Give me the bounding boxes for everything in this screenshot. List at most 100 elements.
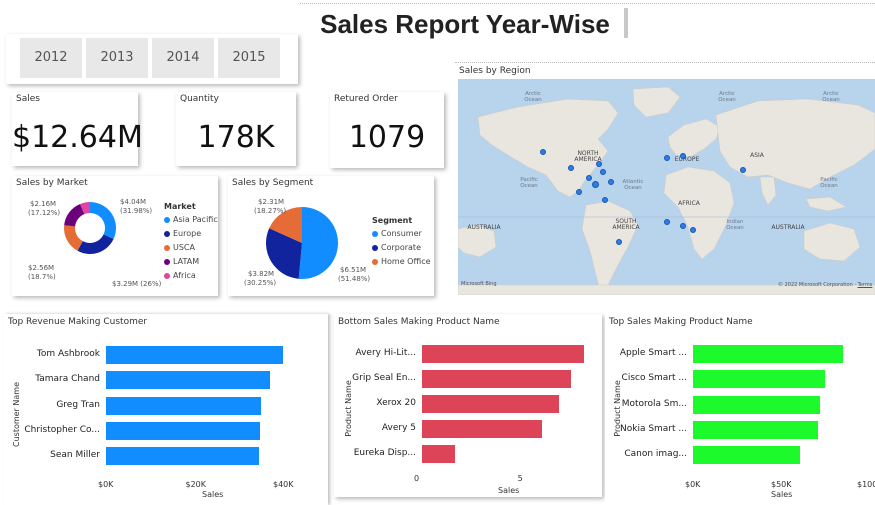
map-point[interactable] xyxy=(576,189,582,195)
usca-pct-label: (18.7%) xyxy=(28,273,56,281)
sales-kpi-value: $12.64M xyxy=(12,120,143,155)
map-point[interactable] xyxy=(664,155,670,161)
slice-latam[interactable] xyxy=(64,203,85,227)
segment-legend-title: Segment xyxy=(372,216,413,225)
bottom-product-x-axis-title: Sales xyxy=(498,486,520,495)
map-point[interactable] xyxy=(568,165,574,171)
legend-item-home-office[interactable]: Home Office xyxy=(372,257,431,266)
sales-by-region-title: Sales by Region xyxy=(459,66,531,76)
map-point[interactable] xyxy=(586,175,592,181)
map-point[interactable] xyxy=(616,239,622,245)
map-point[interactable] xyxy=(608,179,614,185)
bar[interactable] xyxy=(422,345,584,363)
legend-item-latam[interactable]: LATAM xyxy=(164,257,218,266)
x-axis-tick: $100K xyxy=(857,480,875,489)
map-label-asia: ASIA xyxy=(750,152,764,159)
year-button-2013[interactable]: 2013 xyxy=(86,38,148,78)
bar[interactable] xyxy=(422,420,543,438)
corporate-value-label: $3.82M xyxy=(248,270,275,278)
map-label-indian-ocean: Indian Ocean xyxy=(726,219,744,231)
sales-by-segment-card[interactable]: Sales by Segment $2.31M (18.27%) $3.82M … xyxy=(228,176,434,296)
legend-item-asia-pacific[interactable]: Asia Pacific xyxy=(164,215,218,224)
slice-consumer[interactable] xyxy=(298,207,339,279)
top-sales-product-card[interactable]: Top Sales Making Product Name Product Na… xyxy=(605,314,875,505)
bar[interactable] xyxy=(422,370,572,388)
sales-by-market-card[interactable]: Sales by Market $2.16M (17.12%) $4.04M (… xyxy=(12,176,218,296)
consumer-pct-label: (51.48%) xyxy=(338,275,371,283)
top-product-x-axis-title: Sales xyxy=(771,490,793,499)
usca-value-label: $2.56M xyxy=(28,264,55,272)
bar-category-label: Tamara Chand xyxy=(35,374,100,385)
top-sales-product-chart[interactable]: Apple Smart ... Cisco Smart ... Motorola S… xyxy=(605,314,875,505)
quantity-kpi-value: 178K xyxy=(197,120,275,155)
x-axis-tick: $40K xyxy=(273,480,294,489)
bar[interactable] xyxy=(422,445,456,463)
year-button-2014[interactable]: 2014 xyxy=(152,38,214,78)
map-label-south-america: SOUTH AMERICA xyxy=(612,218,640,231)
home-office-value-label: $2.31M xyxy=(258,198,285,206)
x-axis-tick: 0 xyxy=(414,474,420,483)
map-point[interactable] xyxy=(680,153,686,159)
map-label-north-america: NORTH AMERICA xyxy=(574,150,602,163)
sales-kpi-card[interactable]: Sales $12.64M xyxy=(12,92,143,166)
map-point[interactable] xyxy=(600,169,606,175)
map-label-arctic-ocean-2: Arctic Ocean xyxy=(718,91,736,103)
top-revenue-customer-card[interactable]: Top Revenue Making Customer Customer Nam… xyxy=(4,314,328,505)
map-label-africa: AFRICA xyxy=(678,200,700,207)
returned-order-kpi-label: Retured Order xyxy=(334,94,398,104)
slice-europe[interactable] xyxy=(77,234,114,254)
map-label-atlantic-ocean: Atlantic Ocean xyxy=(622,179,644,191)
bar[interactable] xyxy=(106,346,284,364)
sales-by-region-card[interactable]: Sales by Region Arctic Ocean Arctic Ocea… xyxy=(455,62,875,296)
bar[interactable] xyxy=(106,421,260,440)
bar[interactable] xyxy=(693,446,800,465)
bottom-sales-product-chart[interactable]: Avery Hi-Lit... Grip Seal En... Xerox 20 Av… xyxy=(334,314,602,497)
bar[interactable] xyxy=(422,395,559,413)
bar-category-label: Avery 5 xyxy=(381,423,416,433)
legend-item-europe[interactable]: Europe xyxy=(164,229,218,238)
map-point[interactable] xyxy=(592,181,599,188)
quantity-kpi-card[interactable]: Quantity 178K xyxy=(176,92,296,166)
bar[interactable] xyxy=(693,420,818,439)
bar[interactable] xyxy=(106,396,262,415)
bottom-sales-product-card[interactable]: Bottom Sales Making Product Name Product… xyxy=(334,314,602,497)
corporate-pct-label: (30.25%) xyxy=(244,279,277,287)
latam-value-label: $2.16M xyxy=(30,200,57,208)
map-point[interactable] xyxy=(690,227,696,233)
bar[interactable] xyxy=(693,395,821,414)
map-point[interactable] xyxy=(602,197,608,203)
asia-value-label: $4.04M xyxy=(120,198,147,206)
returned-order-kpi-card[interactable]: Retured Order 1079 xyxy=(330,92,444,168)
x-axis-tick: $0K xyxy=(98,480,114,489)
bar[interactable] xyxy=(693,345,843,363)
year-button-2015[interactable]: 2015 xyxy=(218,38,280,78)
map-terms-link[interactable]: Terms xyxy=(858,282,873,288)
map-point[interactable] xyxy=(740,167,746,173)
segment-pie xyxy=(266,207,339,279)
slice-asia-pacific[interactable] xyxy=(90,202,116,240)
legend-item-africa[interactable]: Africa xyxy=(164,271,218,280)
region-map[interactable]: Arctic Ocean Arctic Ocean Arctic Ocean N… xyxy=(458,79,875,295)
map-point[interactable] xyxy=(540,149,546,155)
map-label-australia-2: AUSTRALIA xyxy=(771,224,805,231)
legend-item-consumer[interactable]: Consumer xyxy=(372,229,431,238)
bar[interactable] xyxy=(693,370,826,389)
map-label-pacific-ocean-1: Pacific Ocean xyxy=(520,177,538,189)
map-point[interactable] xyxy=(596,161,602,167)
x-axis-tick: $50K xyxy=(771,480,792,489)
customer-x-axis-title: Sales xyxy=(202,490,224,499)
map-label-europe: EUROPE xyxy=(674,156,700,163)
map-copyright: © 2022 Microsoft Corporation · Terms xyxy=(778,282,873,288)
home-office-pct-label: (18.27%) xyxy=(254,207,287,215)
legend-item-usca[interactable]: USCA xyxy=(164,243,218,252)
year-button-2012[interactable]: 2012 xyxy=(20,38,82,78)
legend-item-corporate[interactable]: Corporate xyxy=(372,243,431,252)
bar[interactable] xyxy=(106,371,270,390)
title-accent-bar xyxy=(624,8,628,38)
top-revenue-customer-chart[interactable]: Tom Ashbrook Tamara Chand Greg Tran Christo… xyxy=(4,314,328,505)
map-point[interactable] xyxy=(680,223,686,229)
map-point[interactable] xyxy=(664,219,670,225)
x-axis-tick: $20K xyxy=(185,480,207,489)
bar[interactable] xyxy=(106,447,260,466)
consumer-value-label: $6.51M xyxy=(340,266,367,274)
